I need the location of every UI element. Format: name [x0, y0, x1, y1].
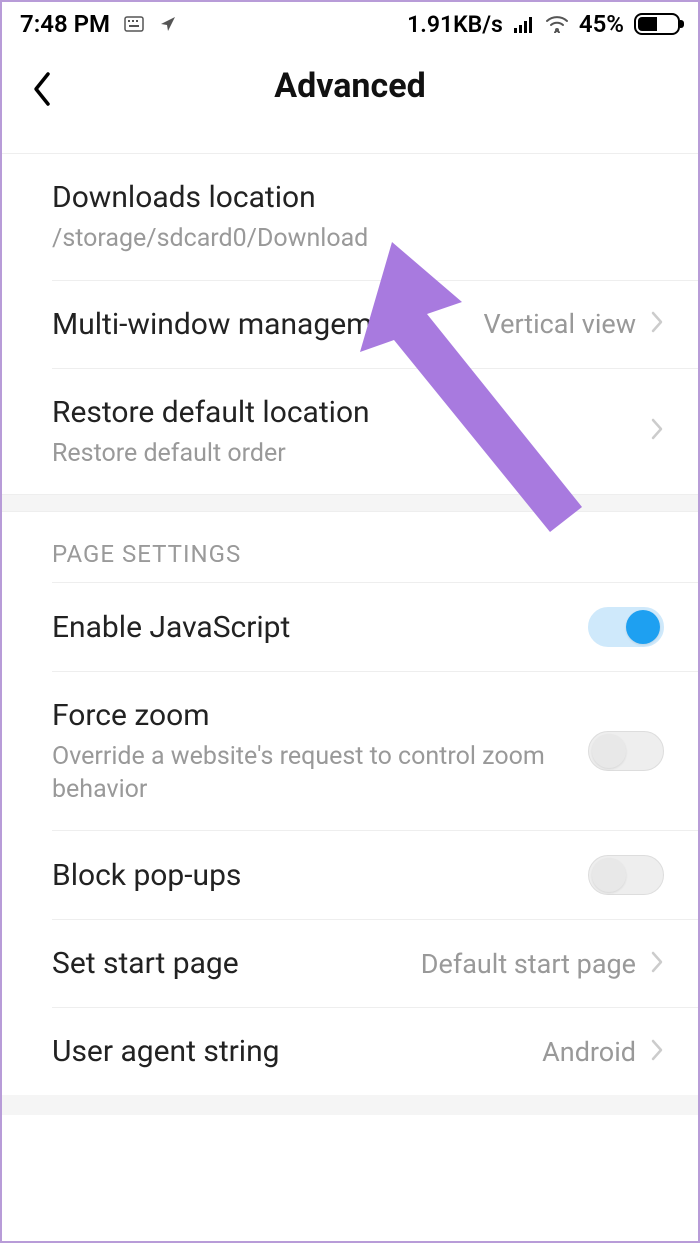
- item-text: Force zoom Override a website's request …: [52, 696, 588, 806]
- chevron-right-icon: [650, 310, 664, 338]
- item-title: Block pop-ups: [52, 856, 588, 895]
- item-title: Enable JavaScript: [52, 608, 588, 647]
- item-right: [588, 855, 664, 895]
- toggle-knob: [626, 610, 660, 644]
- force-zoom-item[interactable]: Force zoom Override a website's request …: [2, 672, 698, 830]
- battery-icon: [634, 13, 680, 35]
- item-text: Multi-window management: [52, 305, 484, 344]
- back-button[interactable]: [30, 70, 54, 112]
- item-right: [650, 417, 664, 445]
- header: Advanced: [2, 44, 698, 136]
- restore-default-item[interactable]: Restore default location Restore default…: [2, 369, 698, 495]
- item-title: Downloads location: [52, 178, 664, 217]
- item-text: Enable JavaScript: [52, 608, 588, 647]
- section-gap: [2, 494, 698, 512]
- item-right: Default start page: [421, 948, 664, 980]
- item-value: Vertical view: [484, 308, 636, 340]
- item-text: Downloads location /storage/sdcard0/Down…: [52, 178, 664, 256]
- enable-javascript-item[interactable]: Enable JavaScript: [2, 583, 698, 671]
- set-start-page-item[interactable]: Set start page Default start page: [2, 920, 698, 1007]
- item-title: Multi-window management: [52, 305, 484, 344]
- item-title: Restore default location: [52, 393, 650, 432]
- network-speed: 1.91KB/s: [407, 11, 503, 38]
- toggle-knob: [592, 858, 626, 892]
- multi-window-item[interactable]: Multi-window management Vertical view: [2, 281, 698, 368]
- keyboard-icon: [124, 16, 144, 32]
- item-title: Force zoom: [52, 696, 588, 735]
- downloads-location-item[interactable]: Downloads location /storage/sdcard0/Down…: [2, 154, 698, 280]
- chevron-right-icon: [650, 950, 664, 978]
- item-subtitle: Restore default order: [52, 438, 650, 471]
- item-right: [588, 607, 664, 647]
- block-popups-item[interactable]: Block pop-ups: [2, 831, 698, 919]
- item-value: Android: [542, 1036, 636, 1068]
- block-popups-toggle[interactable]: [588, 855, 664, 895]
- location-arrow-icon: [158, 14, 178, 34]
- javascript-toggle[interactable]: [588, 607, 664, 647]
- status-bar: 7:48 PM 1.91KB/s 45%: [2, 2, 698, 44]
- item-right: [588, 731, 664, 771]
- item-text: User agent string: [52, 1032, 542, 1071]
- item-value: Default start page: [421, 948, 636, 980]
- user-agent-item[interactable]: User agent string Android: [2, 1008, 698, 1095]
- item-text: Block pop-ups: [52, 856, 588, 895]
- chevron-right-icon: [650, 417, 664, 445]
- status-right: 1.91KB/s 45%: [407, 10, 680, 38]
- item-text: Set start page: [52, 944, 421, 983]
- item-title: User agent string: [52, 1032, 542, 1071]
- item-subtitle: /storage/sdcard0/Download: [52, 223, 664, 256]
- status-left: 7:48 PM: [20, 10, 178, 38]
- status-time: 7:48 PM: [20, 10, 110, 38]
- item-text: Restore default location Restore default…: [52, 393, 650, 471]
- item-subtitle: Override a website's request to control …: [52, 741, 588, 806]
- page-title: Advanced: [22, 66, 678, 106]
- chevron-right-icon: [650, 1038, 664, 1066]
- bottom-gap: [2, 1095, 698, 1115]
- wifi-icon: [545, 15, 569, 33]
- item-title: Set start page: [52, 944, 421, 983]
- toggle-knob: [592, 734, 626, 768]
- section-header-page-settings: PAGE SETTINGS: [2, 512, 698, 582]
- battery-percent: 45%: [579, 10, 624, 38]
- item-right: Vertical view: [484, 308, 664, 340]
- spacer: [2, 136, 698, 154]
- force-zoom-toggle[interactable]: [588, 731, 664, 771]
- item-right: Android: [542, 1036, 664, 1068]
- chevron-left-icon: [30, 70, 54, 108]
- settings-list: Downloads location /storage/sdcard0/Down…: [2, 136, 698, 1115]
- signal-icon: [513, 15, 535, 33]
